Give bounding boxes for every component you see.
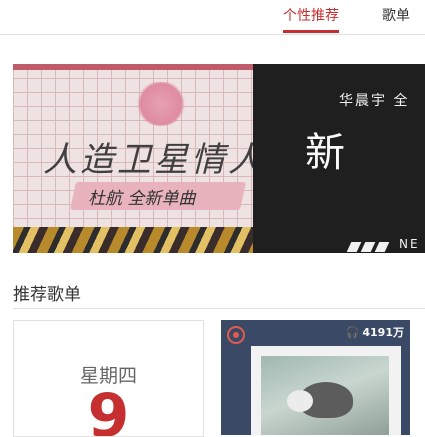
section-divider xyxy=(13,308,425,309)
banner-slide-next[interactable]: 华晨宇 全 新 世 NE 开始 xyxy=(253,64,425,253)
banner-next-title: 新 世 xyxy=(305,130,425,176)
banner-title: 人造卫星情人 xyxy=(43,140,265,180)
heart-emblem-icon xyxy=(135,82,187,126)
play-badge-icon[interactable] xyxy=(227,326,245,344)
cat-head xyxy=(287,390,313,412)
banner-top-stripe xyxy=(13,64,253,70)
tab-playlists[interactable]: 歌单 xyxy=(382,5,410,25)
play-count-value: 4191万 xyxy=(362,326,404,339)
section-title: 推荐歌单 xyxy=(13,285,81,305)
headphones-icon: 🎧 xyxy=(345,326,360,339)
top-tab-bar: 个性推荐 歌单 xyxy=(0,0,425,35)
banner-decoration xyxy=(13,227,253,253)
daily-recommend-card[interactable]: 星期四 9 xyxy=(13,320,204,437)
banner-next-artist: 华晨宇 全 xyxy=(339,93,410,109)
banner-carousel[interactable]: 人造卫星情人 杜航 全新单曲 华晨宇 全 新 世 NE 开始 xyxy=(13,64,425,253)
play-count: 🎧 4191万 xyxy=(346,324,404,340)
banner-subtitle: 杜航 全新单曲 xyxy=(88,189,196,209)
banner-slide-current[interactable]: 人造卫星情人 杜航 全新单曲 xyxy=(13,64,262,253)
banner-brand-text: NE xyxy=(399,237,420,251)
playlist-card[interactable]: 🎧 4191万 xyxy=(221,320,410,435)
tab-personal-recommend[interactable]: 个性推荐 xyxy=(283,5,339,25)
active-tab-indicator xyxy=(283,30,339,33)
